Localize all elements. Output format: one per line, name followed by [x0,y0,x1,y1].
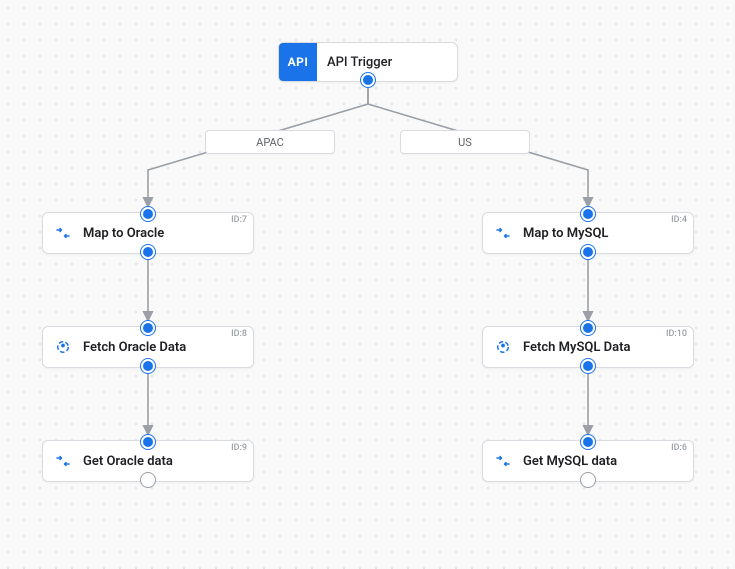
branch-label-text: US [458,136,472,149]
data-map-icon [49,452,77,470]
task-node-get-oracle[interactable]: Get Oracle data ID:9 [42,440,254,482]
connector-icon [49,338,77,356]
task-id-tag: ID:6 [671,443,687,453]
port-out[interactable] [581,359,595,373]
data-map-icon [49,224,77,242]
port-out[interactable] [361,73,375,87]
task-node-map-mysql[interactable]: Map to MySQL ID:4 [482,212,694,254]
port-out[interactable] [141,245,155,259]
task-id-tag: ID:9 [231,443,247,453]
trigger-label: API Trigger [327,55,392,70]
branch-label-right[interactable]: US [400,130,530,154]
task-label: Fetch Oracle Data [83,340,186,355]
port-out-open[interactable] [581,473,595,487]
port-out[interactable] [141,359,155,373]
task-id-tag: ID:4 [671,215,687,225]
task-id-tag: ID:10 [666,329,687,339]
data-map-icon [489,224,517,242]
task-id-tag: ID:8 [231,329,247,339]
branch-label-text: APAC [256,136,284,149]
task-node-map-oracle[interactable]: Map to Oracle ID:7 [42,212,254,254]
task-node-fetch-mysql[interactable]: Fetch MySQL Data ID:10 [482,326,694,368]
task-label: Map to Oracle [83,226,164,241]
task-label: Get MySQL data [523,454,617,469]
task-label: Get Oracle data [83,454,173,469]
connector-icon [489,338,517,356]
task-id-tag: ID:7 [231,215,247,225]
task-node-fetch-oracle[interactable]: Fetch Oracle Data ID:8 [42,326,254,368]
task-label: Map to MySQL [523,226,608,241]
port-out-open[interactable] [141,473,155,487]
flow-canvas[interactable]: API API Trigger APAC US Map to Oracle ID… [0,0,735,569]
trigger-node[interactable]: API API Trigger [278,42,458,82]
task-node-get-mysql[interactable]: Get MySQL data ID:6 [482,440,694,482]
branch-label-left[interactable]: APAC [205,130,335,154]
task-label: Fetch MySQL Data [523,340,630,355]
api-badge-icon: API [279,43,317,81]
data-map-icon [489,452,517,470]
port-out[interactable] [581,245,595,259]
